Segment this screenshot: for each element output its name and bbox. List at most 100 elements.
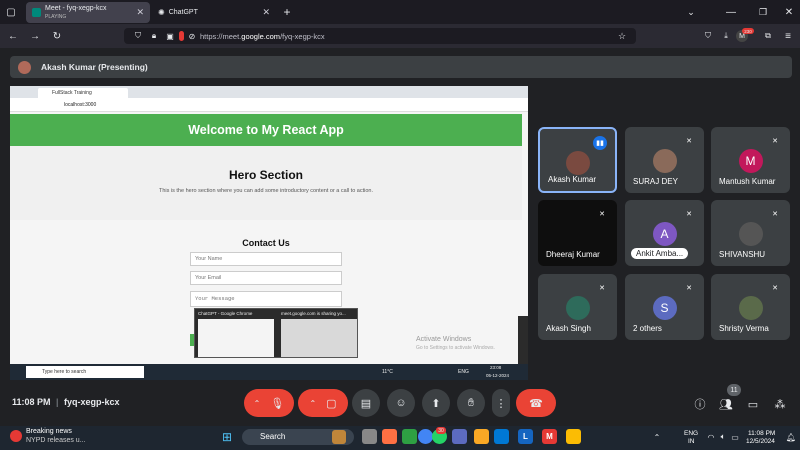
news-title[interactable]: Breaking news [26,428,72,435]
camera-off-icon[interactable]: ▢ [326,397,336,410]
volume-icon[interactable]: 🔈︎ [718,432,728,442]
time-separator: | [56,397,59,407]
close-icon[interactable]: ✕ [136,7,144,18]
participant-name: SURAJ DEY [633,177,678,186]
mic-toggle[interactable]: ⌃ 🎙︎ [244,389,294,417]
captions-button[interactable]: ▤ [352,389,380,417]
tab-meet[interactable]: Meet - fyq-xegp-kcx PLAYING ✕ [26,2,150,23]
participant-tile[interactable]: ✕ Dheeraj Kumar [538,200,617,266]
reactions-button[interactable]: ☺ [387,389,415,417]
participant-tile[interactable]: ✕ Akash Singh [538,274,617,340]
restore-icon[interactable]: ❐ [756,5,770,19]
chevron-down-icon[interactable]: ⌄ [684,5,698,19]
meeting-code: fyq-xegp-kcx [64,397,120,407]
tab-chatgpt-title: ChatGPT [168,9,198,16]
participant-name: Dheeraj Kumar [546,250,600,259]
shield-icon[interactable]: ⛉ [132,30,144,42]
mic-off-icon: ✕ [599,285,605,292]
avatar: S [652,296,677,320]
contact-title: Contact Us [242,238,290,248]
microphone-icon[interactable] [179,31,184,41]
l-app-icon[interactable]: L [518,429,533,444]
tab-list-icon[interactable]: ▢ [4,5,18,19]
participant-name: Akash Singh [546,324,591,333]
tab-chatgpt[interactable]: ✺ ChatGPT ✕ [152,2,276,23]
info-icon[interactable]: ⓘ [692,396,708,412]
firefox-icon[interactable] [382,429,397,444]
mic-off-icon[interactable]: 🎙︎ [270,397,284,410]
hero-title: Hero Section [228,168,303,182]
downloads-icon[interactable]: ⤓ [720,30,732,42]
lang-1[interactable]: ENG [684,430,698,437]
pocket-icon[interactable]: ⛉ [702,30,714,42]
present-button[interactable]: ⬆ [422,389,450,417]
new-tab-button[interactable]: + [280,5,294,19]
back-icon[interactable]: ← [6,29,20,43]
camera-toggle[interactable]: ⌃ ▢ [298,389,348,417]
clock-time[interactable]: 11:08 PM [748,430,775,437]
participant-tile[interactable]: A ✕ Ankit Amba... [625,200,704,266]
more-vert-icon: ⋮ [495,397,507,410]
chevron-up-icon[interactable]: ⌃ [254,399,261,408]
emoji-icon: ☺ [395,397,407,409]
shared-tab: FullStack Training [38,88,128,98]
menu-icon[interactable]: ≡ [782,30,794,42]
participant-tile[interactable]: M ✕ Mantush Kumar [711,127,790,193]
vscode-icon[interactable] [494,429,509,444]
chrome-icon[interactable] [418,429,433,444]
windows-taskbar [0,426,800,450]
window-close-icon[interactable]: ✕ [782,5,796,19]
chat-icon[interactable]: ▭ [745,396,761,412]
present-screen-icon: ⬆ [431,397,441,410]
address-bar[interactable]: https://meet. google.com/fyq-xegp-kcx [124,28,636,44]
speaking-icon: ▮▮ [593,136,607,150]
camera-icon[interactable]: ▣ [164,30,176,42]
windows-start-icon[interactable]: ⊞ [220,430,234,444]
mcafee-icon[interactable]: M [542,429,557,444]
notifications-icon[interactable]: 🔔︎ [786,432,796,442]
wifi-icon[interactable]: ◠ [706,432,716,442]
presenter-label: Akash Kumar (Presenting) [41,62,148,72]
participant-tile[interactable]: ✕ SHIVANSHU [711,200,790,266]
participant-tile[interactable]: ✕ Shristy Verma [711,274,790,340]
shared-clock: 23:08 [490,365,502,370]
meet-icon [32,8,41,17]
lock-icon[interactable]: 🔒︎ [148,30,160,42]
close-icon[interactable]: ✕ [262,7,270,18]
activities-icon[interactable]: ⁂ [772,396,788,412]
app-icon[interactable] [402,429,417,444]
participant-name: Shristy Verma [719,324,769,333]
people-icon[interactable]: 👥︎ [718,396,734,412]
battery-icon[interactable]: ▭ [730,432,740,442]
app-icon[interactable] [566,429,581,444]
task-view-icon[interactable] [362,429,377,444]
participant-tile[interactable]: ▮▮ Akash Kumar [538,127,617,193]
teams-icon[interactable] [452,429,467,444]
news-text[interactable]: NYPD releases u... [26,437,86,444]
screen-share-icon[interactable]: ⊘ [186,30,198,42]
shared-lang: ENG [458,369,469,375]
raise-hand-button[interactable]: ✋︎ [457,389,485,417]
minimize-icon[interactable]: — [724,5,738,19]
chevron-up-icon[interactable]: ⌃ [309,399,316,408]
hero-text: This is the hero section where you can a… [158,188,373,194]
extensions-icon[interactable]: ⧉ [762,30,774,42]
leave-call-button[interactable]: ☎︎ [516,389,556,417]
more-options-button[interactable]: ⋮ [492,389,510,417]
avatar [738,222,763,246]
bookmark-star-icon[interactable]: ☆ [616,30,628,42]
shared-search-box: Type here to search [26,366,144,378]
news-icon[interactable] [10,430,22,442]
chevron-up-icon[interactable]: ⌃ [652,432,662,442]
lang-2[interactable]: IN [688,438,695,445]
clock-date[interactable]: 12/5/2024 [746,438,775,445]
reload-icon[interactable]: ↻ [50,29,64,43]
participant-tile[interactable]: ✕ SURAJ DEY [625,127,704,193]
shared-header: Welcome to My React App [10,114,522,146]
hang-up-icon: ☎︎ [529,397,543,410]
mic-off-icon: ✕ [772,285,778,292]
shared-email-field: Your Email [190,271,342,285]
file-explorer-icon[interactable] [474,429,489,444]
forward-icon[interactable]: → [28,29,42,43]
participant-tile[interactable]: S ✕ 2 others [625,274,704,340]
